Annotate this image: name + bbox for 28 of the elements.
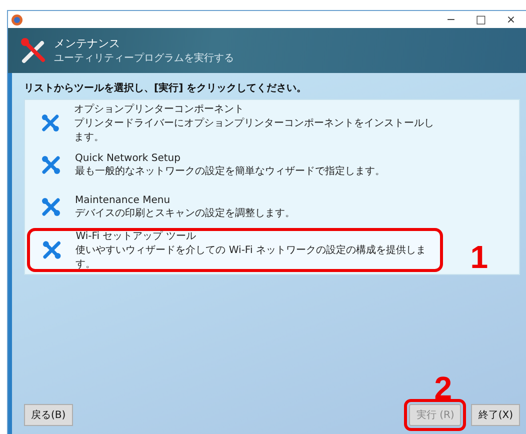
window-control[interactable]: ×: [496, 13, 526, 26]
tool-description: 使いやすいウィザードを介しての Wi-Fi ネットワークの設定の構成を提供します。: [76, 244, 427, 271]
tool-description: 最も一般的なネットワークの設定を簡単なウィザードで指定します。: [75, 164, 385, 178]
wrench-icon: [41, 155, 61, 175]
header-title: メンテナンス: [54, 36, 121, 51]
app-icon: [11, 14, 23, 26]
wrench-icon: [41, 197, 61, 217]
step-number: 1: [470, 241, 488, 273]
instruction-text: リストからツールを選択し、[実行] をクリックしてください。: [24, 81, 308, 95]
wrench-icon: [41, 113, 60, 133]
wrench-icon: [42, 240, 62, 260]
exit-button[interactable]: 終了(X): [471, 404, 520, 426]
header-subtitle: ユーティリティープログラムを実行する: [54, 52, 234, 65]
window-control[interactable]: □: [466, 13, 496, 26]
tool-description: プリンタードライバーにオプションプリンターコンポーネントをインストールします。: [74, 116, 435, 144]
window-control[interactable]: −: [436, 13, 466, 26]
tool-name: Wi-Fi セットアップ ツール: [76, 230, 197, 243]
tool-name: Quick Network Setup: [75, 152, 182, 164]
tool-name: オプションプリンターコンポーネント: [74, 102, 245, 116]
tool-item[interactable]: Wi-Fi セットアップ ツール 使いやすいウィザードを介しての Wi-Fi ネットワークの設定の構成を提供します。: [27, 228, 443, 272]
tool-description: デバイスの印刷とスキャンの設定を調整します。: [75, 206, 295, 220]
tool-item[interactable]: オプションプリンターコンポーネント プリンタードライバーにオプションプリンターコンポーネントをインストールします。: [27, 102, 443, 144]
tool-name: Maintenance Menu: [75, 194, 172, 206]
back-button[interactable]: 戻る(B): [24, 404, 73, 426]
tool-item[interactable]: Maintenance Menu デバイスの印刷とスキャンの設定を調整します。: [27, 186, 443, 228]
tools-icon: [20, 36, 48, 64]
tool-item[interactable]: Quick Network Setup 最も一般的なネットワークの設定を簡単なウィザードで指定します。: [27, 144, 443, 186]
step-number: 2: [434, 372, 452, 404]
